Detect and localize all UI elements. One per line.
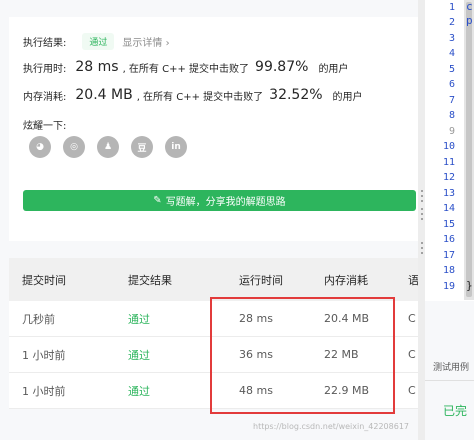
line-number: 2 — [448, 17, 455, 28]
memory-value: 20.4 MB — [75, 87, 133, 103]
splitter-handle-bottom[interactable] — [419, 242, 424, 254]
line-number: 17 — [442, 250, 455, 261]
header-runtime: 运行时间 — [239, 273, 283, 287]
row-language: C — [408, 384, 416, 397]
memory-row: 内存消耗: 20.4 MB , 在所有 C++ 提交中击败了 32.52% 的用… — [23, 87, 363, 103]
line-number: 15 — [442, 219, 455, 230]
row-language: C — [408, 312, 416, 325]
pencil-icon: ✎ — [153, 195, 162, 206]
result-card: 执行结果: 通过 显示详情 › 执行用时: 28 ms , 在所有 C++ 提交… — [9, 17, 418, 241]
table-header: 提交时间 提交结果 运行时间 内存消耗 语 — [9, 258, 423, 301]
code-line-19: } — [466, 279, 473, 292]
status-label: 执行结果: — [23, 38, 67, 49]
line-number: 13 — [442, 188, 455, 199]
weibo-icon[interactable]: ◎ — [63, 136, 85, 158]
code-line-1: c — [466, 0, 473, 13]
memory-label: 内存消耗: — [23, 91, 67, 103]
code-line-2: p — [466, 14, 473, 27]
memory-percent: 32.52% — [269, 87, 323, 103]
write-solution-button[interactable]: ✎ 写题解，分享我的解题思路 — [23, 190, 416, 211]
line-number: 4 — [448, 48, 455, 59]
row-language: C — [408, 348, 416, 361]
runtime-label: 执行用时: — [23, 63, 67, 75]
line-number: 10 — [442, 141, 455, 152]
line-number: 3 — [448, 33, 455, 44]
runtime-value: 28 ms — [75, 59, 119, 75]
watermark: https://blog.csdn.net/weixin_42208617 — [253, 422, 410, 431]
header-submit-time: 提交时间 — [22, 273, 66, 287]
line-number: 18 — [442, 265, 455, 276]
line-number: 7 — [448, 95, 455, 106]
row-result-link[interactable]: 通过 — [128, 301, 150, 336]
line-number: 19 — [442, 281, 455, 292]
share-label: 炫耀一下: — [23, 121, 67, 132]
runtime-tail: 的用户 — [318, 63, 349, 75]
runtime-description: , 在所有 C++ 提交中击败了 — [122, 63, 250, 75]
status-row: 执行结果: 通过 显示详情 › — [23, 33, 170, 50]
line-number: 12 — [442, 172, 455, 183]
line-number: 9 — [448, 126, 455, 137]
row-time: 1 小时前 — [22, 384, 66, 398]
line-number: 11 — [442, 157, 455, 168]
show-details-link[interactable]: 显示详情 › — [122, 34, 169, 49]
douban-icon[interactable]: 豆 — [131, 136, 153, 158]
wechat-icon[interactable]: ◕ — [29, 136, 51, 158]
row-time: 几秒前 — [22, 312, 55, 326]
header-memory: 内存消耗 — [324, 273, 368, 287]
status-badge: 通过 — [82, 33, 115, 50]
line-number: 5 — [448, 64, 455, 75]
row-result-link[interactable]: 通过 — [128, 373, 150, 408]
editor-scrollbar-thumb[interactable] — [466, 2, 472, 297]
runtime-percent: 99.87% — [255, 59, 309, 75]
line-number: 8 — [448, 110, 455, 121]
test-panel-divider — [425, 380, 474, 381]
header-submit-result: 提交结果 — [128, 273, 172, 287]
row-result-link[interactable]: 通过 — [128, 337, 150, 372]
panel-splitter[interactable] — [418, 0, 425, 440]
linkedin-icon[interactable]: in — [165, 136, 187, 158]
memory-tail: 的用户 — [332, 91, 363, 103]
chevron-right-icon: › — [165, 38, 170, 49]
splitter-handle-top[interactable] — [419, 190, 424, 202]
splitter-handle-mid[interactable] — [419, 208, 424, 220]
write-solution-label: 写题解，分享我的解题思路 — [165, 197, 286, 208]
line-number: 14 — [442, 203, 455, 214]
row-time: 1 小时前 — [22, 348, 66, 362]
qq-icon[interactable]: ♟ — [97, 136, 119, 158]
run-status-text: 已完 — [443, 404, 468, 418]
test-case-tab[interactable]: 测试用例 — [433, 360, 469, 373]
line-number: 6 — [448, 79, 455, 90]
highlight-box — [210, 297, 395, 414]
runtime-row: 执行用时: 28 ms , 在所有 C++ 提交中击败了 99.87% 的用户 — [23, 59, 348, 75]
line-number: 1 — [448, 2, 455, 13]
share-row: 炫耀一下: — [23, 117, 66, 132]
line-number: 16 — [442, 234, 455, 245]
share-icons: ◕ ◎ ♟ 豆 in — [29, 136, 187, 158]
submission-page: 执行结果: 通过 显示详情 › 执行用时: 28 ms , 在所有 C++ 提交… — [0, 0, 474, 440]
memory-description: , 在所有 C++ 提交中击败了 — [136, 91, 264, 103]
